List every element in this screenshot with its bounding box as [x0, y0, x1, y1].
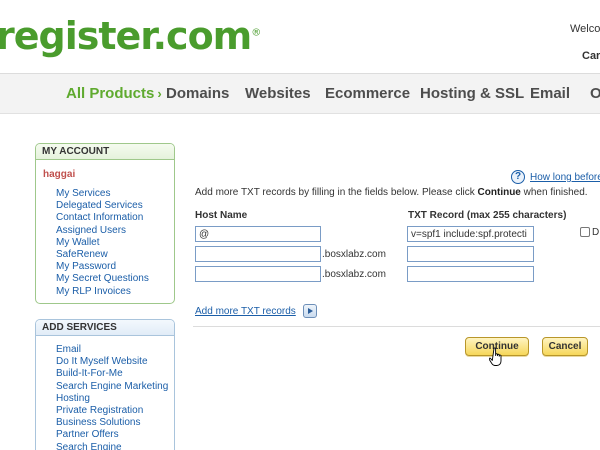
my-account-title: MY ACCOUNT: [36, 144, 174, 160]
help-icon[interactable]: ?: [511, 170, 525, 184]
instructions-part-2: when finished.: [520, 187, 588, 198]
sidebar-link-partner-offers[interactable]: Partner Offers: [56, 429, 168, 441]
chevron-right-icon: ›: [157, 86, 162, 101]
txt-record-header: TXT Record (max 255 characters): [408, 210, 567, 221]
instructions-part-1: Add more TXT records by filling in the f…: [195, 187, 478, 198]
sidebar-link-contact-information[interactable]: Contact Information: [56, 212, 149, 224]
my-account-links: My Services Delegated Services Contact I…: [56, 188, 149, 298]
add-more-txt-records-link[interactable]: Add more TXT records: [195, 306, 296, 317]
cart-link[interactable]: Car: [582, 50, 600, 62]
my-account-box: MY ACCOUNT haggai My Services Delegated …: [35, 143, 175, 304]
add-services-box: ADD SERVICES Email Do It Myself Website …: [35, 319, 175, 450]
register-logo[interactable]: register.com®: [0, 14, 261, 58]
nav-all-products-label: All Products: [66, 85, 155, 102]
host-name-input-1[interactable]: [195, 226, 321, 242]
host-name-input-3[interactable]: [195, 266, 321, 282]
delete-checkbox-label: D: [592, 227, 600, 238]
sidebar-link-email[interactable]: Email: [56, 344, 168, 356]
txt-record-input-2[interactable]: [407, 246, 534, 262]
sidebar-link-my-rlp-invoices[interactable]: My RLP Invoices: [56, 286, 149, 298]
add-services-title: ADD SERVICES: [36, 320, 174, 336]
sidebar-link-private-registration[interactable]: Private Registration: [56, 405, 168, 417]
nav-domains[interactable]: Domains: [166, 85, 229, 102]
host-name-header: Host Name: [195, 210, 248, 221]
account-username: haggai: [43, 169, 76, 180]
instructions-continue-word: Continue: [477, 187, 521, 198]
sidebar-link-my-wallet[interactable]: My Wallet: [56, 237, 149, 249]
nav-other[interactable]: O: [590, 85, 600, 102]
nav-hosting-ssl[interactable]: Hosting & SSL: [420, 85, 524, 102]
cancel-button[interactable]: Cancel: [542, 337, 588, 356]
sidebar-link-delegated-services[interactable]: Delegated Services: [56, 200, 149, 212]
nav-all-products[interactable]: All Products ›: [66, 85, 162, 102]
nav-ecommerce[interactable]: Ecommerce: [325, 85, 410, 102]
sidebar-link-hosting[interactable]: Hosting: [56, 393, 168, 405]
domain-suffix-3: .bosxlabz.com: [322, 269, 386, 280]
main-nav: All Products › Domains Websites Ecommerce…: [0, 74, 600, 114]
sidebar-link-my-services[interactable]: My Services: [56, 188, 149, 200]
sidebar-link-my-password[interactable]: My Password: [56, 261, 149, 273]
welcome-text: Welco: [570, 23, 600, 35]
logo-text: register.com: [0, 14, 252, 58]
sidebar-link-do-it-myself-website[interactable]: Do It Myself Website: [56, 356, 168, 368]
sidebar-link-business-solutions[interactable]: Business Solutions: [56, 417, 168, 429]
host-name-input-2[interactable]: [195, 246, 321, 262]
arrow-right-icon[interactable]: [303, 304, 317, 318]
domain-suffix-2: .bosxlabz.com: [322, 249, 386, 260]
add-services-links: Email Do It Myself Website Build-It-For-…: [56, 344, 168, 450]
txt-record-input-3[interactable]: [407, 266, 534, 282]
form-divider: [193, 326, 600, 327]
sidebar-link-assigned-users[interactable]: Assigned Users: [56, 225, 149, 237]
nav-email[interactable]: Email: [530, 85, 570, 102]
sidebar-link-search-engine[interactable]: Search Engine: [56, 442, 168, 450]
instructions-text: Add more TXT records by filling in the f…: [195, 187, 588, 198]
hand-pointer-icon: [489, 347, 502, 366]
delete-checkbox[interactable]: [580, 227, 590, 237]
nav-websites[interactable]: Websites: [245, 85, 311, 102]
sidebar-link-my-secret-questions[interactable]: My Secret Questions: [56, 273, 149, 285]
sidebar-link-build-it-for-me[interactable]: Build-It-For-Me: [56, 368, 168, 380]
sidebar-link-search-engine-marketing[interactable]: Search Engine Marketing: [56, 381, 168, 393]
txt-record-input-1[interactable]: [407, 226, 534, 242]
logo-registered-mark: ®: [251, 27, 261, 39]
help-link[interactable]: How long before: [530, 172, 600, 183]
sidebar-link-saferenew[interactable]: SafeRenew: [56, 249, 149, 261]
